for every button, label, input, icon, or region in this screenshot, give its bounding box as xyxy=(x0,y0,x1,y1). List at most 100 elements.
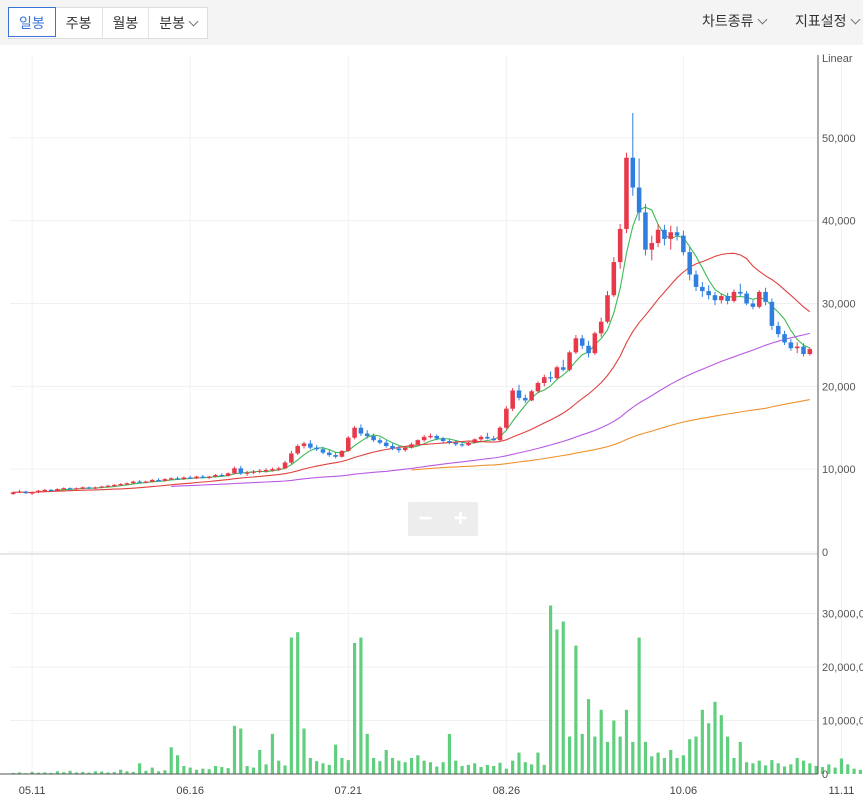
candle-body xyxy=(756,291,762,307)
volume-bar xyxy=(637,637,641,774)
candle-body xyxy=(453,442,459,445)
volume-bar xyxy=(416,755,420,774)
volume-bar xyxy=(270,733,274,774)
candle-body xyxy=(542,377,547,384)
candle-body xyxy=(333,455,338,457)
price-tick-label: 20,000 xyxy=(822,381,856,393)
volume-bar xyxy=(258,749,262,774)
volume-bar xyxy=(460,765,464,774)
candle-body xyxy=(807,349,813,355)
chevron-down-icon xyxy=(850,14,860,25)
chart-type-dropdown[interactable]: 차트종류 xyxy=(702,0,767,45)
volume-bar xyxy=(138,763,142,774)
volume-bar xyxy=(327,764,331,774)
candle-body xyxy=(466,442,471,446)
candle-body xyxy=(320,449,326,453)
volume-bar xyxy=(334,744,338,774)
volume-bar xyxy=(770,760,774,774)
candle-body xyxy=(428,436,433,438)
date-tick-label: 10.06 xyxy=(670,785,698,797)
candle-body xyxy=(712,295,718,301)
candle-body xyxy=(655,229,661,244)
stock-chart[interactable]: 50,000 40,000 30,000 20,000 10,000 0 Linear 30,… xyxy=(0,45,863,801)
candle-body xyxy=(238,468,244,474)
candle-body xyxy=(276,468,281,470)
volume-bar xyxy=(353,642,357,774)
candle-body xyxy=(605,295,610,322)
volume-bar xyxy=(561,621,565,774)
volume-bar xyxy=(409,757,414,774)
candle-body xyxy=(617,228,623,263)
candle-body xyxy=(624,157,629,229)
volume-bar xyxy=(700,709,704,774)
candle-body xyxy=(181,477,187,480)
period-minute-label: 분봉 xyxy=(159,15,186,31)
zoom-in-button[interactable]: + xyxy=(443,502,478,536)
volume-bar xyxy=(517,752,521,774)
volume-bar xyxy=(643,741,648,774)
zoom-out-button[interactable]: − xyxy=(408,502,443,536)
candle-body xyxy=(168,478,174,480)
candle-body xyxy=(523,397,528,401)
candle-body xyxy=(472,439,478,443)
candle-body xyxy=(10,492,16,495)
volume-bar xyxy=(586,699,591,774)
candle-body xyxy=(560,367,566,370)
candle-body xyxy=(61,488,67,490)
volume-bar xyxy=(397,760,401,774)
volume-bar xyxy=(675,757,679,774)
candle-body xyxy=(112,484,117,487)
candle-body xyxy=(339,450,345,457)
volume-bar xyxy=(150,767,154,774)
volume-tick-label: 20,000,000 xyxy=(822,662,863,674)
volume-bar xyxy=(308,757,312,774)
volume-bar xyxy=(833,767,837,774)
volume-bar xyxy=(302,728,306,774)
candle-body xyxy=(573,338,579,353)
candle-body xyxy=(364,433,370,437)
candle-body xyxy=(396,448,402,451)
date-tick-label: 08.26 xyxy=(493,785,521,797)
candle-body xyxy=(630,157,636,188)
volume-bar xyxy=(479,767,483,774)
candle-body xyxy=(510,390,515,409)
candle-body xyxy=(554,367,560,379)
volume-bar xyxy=(523,762,527,774)
candle-body xyxy=(491,438,496,441)
volume-bar xyxy=(485,764,489,774)
candle-body xyxy=(586,345,591,354)
volume-bar xyxy=(618,736,622,774)
volume-bar xyxy=(289,637,293,774)
candle-body xyxy=(529,391,534,401)
candle-body xyxy=(668,232,674,239)
candle-body xyxy=(17,491,22,493)
price-tick-label: 40,000 xyxy=(822,216,856,228)
volume-bar xyxy=(624,709,629,774)
candle-body xyxy=(579,338,585,346)
candle-body xyxy=(782,334,787,343)
candle-body xyxy=(36,490,41,493)
volume-bar xyxy=(188,767,192,774)
candle-body xyxy=(301,443,307,446)
period-month-button[interactable]: 월봉 xyxy=(103,8,150,38)
candle-body xyxy=(681,235,686,253)
volume-bar xyxy=(447,733,452,774)
volume-bar xyxy=(359,637,363,774)
candle-body xyxy=(801,346,806,355)
candle-body xyxy=(769,301,775,326)
volume-bar xyxy=(846,764,850,774)
volume-bar xyxy=(321,763,325,774)
volume-bar xyxy=(858,769,863,774)
volume-bar xyxy=(732,757,736,774)
candle-body xyxy=(251,471,256,473)
candle-body xyxy=(131,481,136,484)
period-day-button[interactable]: 일봉 xyxy=(8,7,56,37)
candle-body xyxy=(371,436,376,441)
volume-bar xyxy=(182,765,186,774)
volume-bar xyxy=(593,736,597,774)
volume-bar xyxy=(384,749,388,774)
indicator-settings-dropdown[interactable]: 지표설정 xyxy=(795,0,860,45)
period-minute-dropdown[interactable]: 분봉 xyxy=(149,8,207,38)
period-week-button[interactable]: 주봉 xyxy=(56,8,103,38)
candle-body xyxy=(459,444,465,446)
